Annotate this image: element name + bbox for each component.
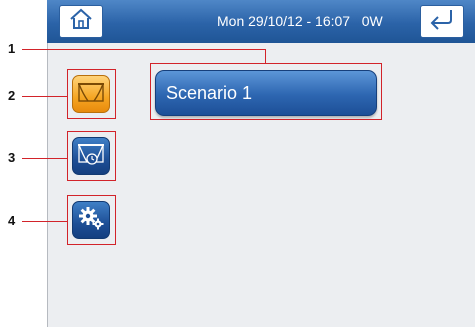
callout-1-connector: [265, 49, 266, 63]
top-bar: Mon 29/10/12 - 16:07 0W: [47, 0, 475, 43]
scenario-1-button[interactable]: Scenario 1: [155, 70, 377, 116]
callout-2: 2: [8, 88, 16, 103]
callout-1-line: [22, 49, 266, 50]
status-text: Mon 29/10/12 - 16:07 0W: [217, 13, 383, 29]
home-button[interactable]: [59, 5, 103, 38]
callout-3-line: [22, 158, 68, 159]
curtain-icon: [76, 80, 106, 109]
callout-4: 4: [8, 213, 16, 228]
curtain-clock-icon: [76, 141, 106, 172]
callout-2-line: [22, 96, 68, 97]
curtain-button[interactable]: [72, 75, 110, 113]
scenario-label: Scenario 1: [166, 82, 253, 103]
back-button[interactable]: [420, 5, 464, 38]
gears-icon: [77, 205, 105, 236]
return-arrow-icon: [427, 8, 457, 35]
home-icon: [68, 7, 94, 36]
settings-button[interactable]: [72, 201, 110, 239]
callout-3: 3: [8, 150, 16, 165]
curtain-timer-button[interactable]: [72, 137, 110, 175]
callout-1: 1: [8, 41, 16, 56]
callout-4-line: [22, 221, 68, 222]
